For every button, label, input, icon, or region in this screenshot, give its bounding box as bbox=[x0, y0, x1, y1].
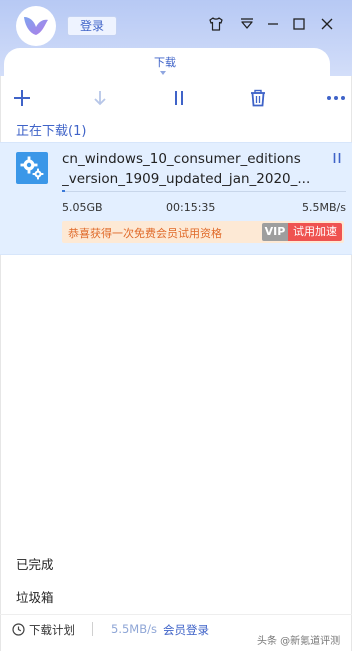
promo-text: 恭喜获得一次免费会员试用资格 bbox=[68, 227, 222, 240]
vip-badge: VIP bbox=[262, 223, 288, 241]
delete-button[interactable] bbox=[246, 86, 270, 110]
maximize-icon[interactable] bbox=[290, 15, 308, 33]
download-speed: 5.5MB/s bbox=[302, 201, 346, 214]
footer-speed: 5.5MB/s bbox=[111, 622, 157, 636]
schedule-clock-icon[interactable] bbox=[12, 623, 25, 639]
more-button[interactable] bbox=[324, 86, 348, 110]
trash-icon bbox=[251, 89, 265, 107]
gear-icon bbox=[20, 156, 44, 180]
member-login-link[interactable]: 会员登录 bbox=[163, 622, 209, 638]
completed-link[interactable]: 已完成 bbox=[16, 554, 54, 573]
file-name-line-2: _version_1909_updated_jan_2020_... bbox=[62, 171, 311, 187]
more-dots-icon bbox=[327, 96, 345, 100]
new-download-button[interactable] bbox=[10, 86, 34, 110]
remaining-time: 00:15:35 bbox=[166, 201, 216, 214]
pause-all-button[interactable] bbox=[167, 86, 191, 110]
arrow-down-icon bbox=[94, 91, 106, 106]
skin-icon[interactable] bbox=[207, 15, 225, 33]
file-size: 5.05GB bbox=[62, 201, 103, 214]
start-button[interactable] bbox=[88, 86, 112, 110]
file-name-line-1: cn_windows_10_consumer_editions bbox=[62, 151, 301, 167]
progress-bar bbox=[62, 190, 65, 192]
footer-divider bbox=[92, 622, 93, 636]
plus-icon bbox=[14, 90, 30, 106]
download-schedule-link[interactable]: 下载计划 bbox=[29, 622, 75, 638]
pause-icon bbox=[333, 153, 341, 163]
app-logo bbox=[16, 6, 56, 46]
pause-icon bbox=[175, 91, 183, 105]
tab-download[interactable]: 下载 bbox=[0, 54, 330, 70]
file-name: cn_windows_10_consumer_editions _version… bbox=[62, 149, 324, 189]
menu-icon[interactable] bbox=[238, 15, 256, 33]
trial-accelerate-button[interactable]: 试用加速 bbox=[288, 223, 342, 241]
tab-indicator bbox=[160, 71, 166, 75]
downloading-header[interactable]: 正在下载(1) bbox=[16, 120, 86, 139]
progress-track bbox=[62, 191, 346, 192]
minimize-icon[interactable] bbox=[264, 15, 282, 33]
watermark: 头条 @新氪道评测 bbox=[257, 636, 341, 647]
item-pause-button[interactable] bbox=[330, 151, 344, 165]
close-icon[interactable] bbox=[318, 15, 336, 33]
login-button[interactable]: 登录 bbox=[67, 16, 117, 36]
file-type-icon bbox=[16, 152, 48, 184]
trash-link[interactable]: 垃圾箱 bbox=[16, 587, 54, 606]
bird-logo-icon bbox=[24, 17, 48, 35]
